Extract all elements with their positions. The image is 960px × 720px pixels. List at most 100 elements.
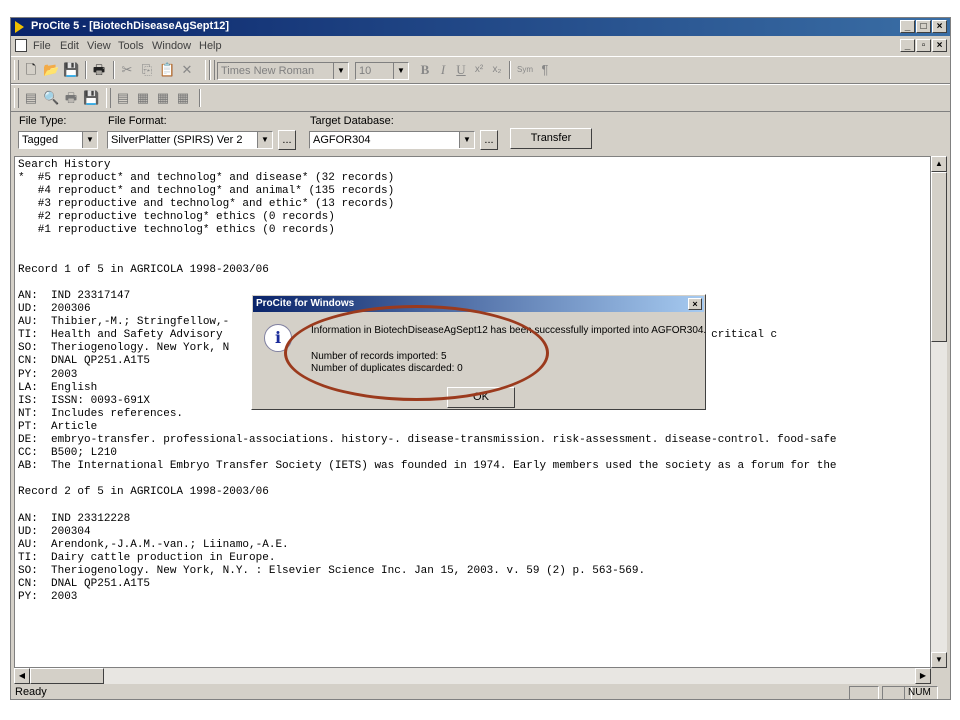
dialog-title-bar[interactable]: ProCite for Windows × [253,296,704,312]
menu-window[interactable]: Window [152,40,191,52]
toolbar-grip [14,60,19,80]
maximize-button[interactable]: □ [916,20,931,33]
toolbar-separator [199,89,201,107]
file-format-select[interactable]: SilverPlatter (SPIRS) Ver 2 ▼ [107,131,273,149]
file-type-select[interactable]: Tagged ▼ [18,131,98,149]
records-icon[interactable]: ▦ [135,90,151,106]
text-line: TI: Dairy cattle production in Europe. [18,551,276,564]
bold-icon[interactable]: B [417,62,433,78]
toolbar-grip [14,88,19,108]
scroll-left-button[interactable]: ◀ [14,668,30,684]
procite-app-icon [15,21,24,33]
doc-minimize-button[interactable]: _ [900,39,915,52]
toolbar-separator [509,61,511,79]
text-line: PY: 2003 [18,591,78,604]
text-line: #3 reproductive and technolog* and ethic… [18,198,395,211]
toolbar-separator [85,61,87,79]
font-select[interactable]: Times New Roman ▼ [217,62,349,80]
cut-icon[interactable]: ✂ [119,62,135,78]
import-complete-dialog: ProCite for Windows × i Information in B… [251,294,706,410]
file-format-value: SilverPlatter (SPIRS) Ver 2 [111,134,243,146]
text-line: AU: Arendonk,-J.A.M.-van.; Liinamo,-A.E. [18,538,289,551]
font-value: Times New Roman [221,65,315,77]
text-line: UD: 200304 [18,525,91,538]
menu-file[interactable]: File [33,40,51,52]
doc-restore-button[interactable]: ▫ [916,39,931,52]
chevron-down-icon[interactable]: ▼ [459,132,474,148]
symbol-icon[interactable]: Sym [516,62,534,78]
menu-view[interactable]: View [87,40,111,52]
paste-icon[interactable]: 📋 [159,62,175,78]
size-select[interactable]: 10 ▼ [355,62,409,80]
text-line [18,277,930,290]
vertical-scrollbar[interactable]: ▲ ▼ [931,156,947,668]
text-line: PT: Article [18,420,98,433]
target-database-select[interactable]: AGFOR304 ▼ [309,131,475,149]
file-type-value: Tagged [22,134,59,146]
record-view-icon[interactable]: ▤ [23,90,39,106]
scroll-up-button[interactable]: ▲ [931,156,947,172]
chevron-down-icon[interactable]: ▼ [393,63,408,79]
delete-icon[interactable]: ✕ [179,62,195,78]
text-line: CN: DNAL QP251.A1T5 [18,578,151,590]
chevron-down-icon[interactable]: ▼ [82,132,97,148]
copy-icon[interactable]: ⎘ [139,62,155,78]
menu-edit[interactable]: Edit [60,40,79,52]
file-format-label: File Format: [108,115,167,127]
text-line: #4 reproduct* and technolog* and animal*… [18,185,395,198]
text-line: Search History [18,159,111,171]
scroll-right-button[interactable]: ▶ [915,668,931,684]
ok-button[interactable]: OK [447,387,515,408]
print-preview-icon[interactable]: 🔍 [43,90,59,106]
new-icon[interactable]: 🗋 [23,62,39,78]
num-lock-indicator: NUM [904,686,938,699]
print-icon[interactable]: 🖶 [91,62,107,78]
file-format-browse-button[interactable]: ... [278,130,296,150]
subscript-icon[interactable]: x₂ [489,62,505,78]
dialog-close-button[interactable]: × [688,298,702,310]
chevron-down-icon[interactable]: ▼ [333,63,348,79]
record-text-view[interactable]: Search History * #5 reproduct* and techno… [14,156,931,668]
print-icon[interactable]: 🖶 [63,90,79,106]
toolbar-grip [106,88,111,108]
close-button[interactable]: × [932,20,947,33]
horizontal-scroll-thumb[interactable] [30,668,104,684]
text-line: CC: B500; L210 [18,447,118,460]
text-line: AB: The International Embryo Transfer So… [18,460,837,473]
standard-toolbar: 🗋 📂 💾 🖶 ✂ ⎘ 📋 ✕ Times New Roman ▼ 10 ▼ B I… [11,56,950,84]
menu-help[interactable]: Help [199,40,222,52]
menu-tools[interactable]: Tools [118,40,144,52]
minimize-button[interactable]: _ [900,20,915,33]
horizontal-scrollbar[interactable]: ◀ ▶ [14,668,931,684]
scroll-down-button[interactable]: ▼ [931,652,947,668]
dialog-title: ProCite for Windows [256,298,355,309]
save-icon[interactable]: 💾 [63,62,79,78]
text-line: #1 reproductive technolog* ethics (0 rec… [18,224,335,237]
text-line: * #5 reproduct* and technolog* and disea… [18,172,395,185]
text-line: SO: Theriogenology. New York, N.Y. : Els… [18,564,646,577]
document-icon[interactable] [15,39,27,52]
size-value: 10 [359,65,372,77]
italic-icon[interactable]: I [435,62,451,78]
save-icon[interactable]: 💾 [83,90,99,106]
record-view-icon[interactable]: ▤ [115,90,131,106]
target-browse-button[interactable]: ... [480,130,498,150]
text-line [18,473,930,486]
pilcrow-icon[interactable]: ¶ [537,62,553,78]
title-bar[interactable]: ProCite 5 - [BiotechDiseaseAgSept12] _ □… [11,18,950,36]
dialog-message: Information in BiotechDiseaseAgSept12 ha… [311,325,707,336]
records-icon[interactable]: ▦ [175,90,191,106]
window-title: ProCite 5 - [BiotechDiseaseAgSept12] [31,20,230,32]
underline-icon[interactable]: U [453,62,469,78]
target-database-label: Target Database: [310,115,394,127]
chevron-down-icon[interactable]: ▼ [257,132,272,148]
vertical-scroll-thumb[interactable] [931,172,947,342]
record-toolbar: ▤ 🔍 🖶 💾 ▤ ▦ ▦ ▦ [11,84,950,112]
transfer-button[interactable]: Transfer [510,128,592,149]
duplicates-discarded-text: Number of duplicates discarded: 0 [311,363,463,374]
records-icon[interactable]: ▦ [155,90,171,106]
superscript-icon[interactable]: x² [471,62,487,78]
doc-close-button[interactable]: × [932,39,947,52]
open-icon[interactable]: 📂 [43,62,59,78]
records-imported-text: Number of records imported: 5 [311,351,447,362]
